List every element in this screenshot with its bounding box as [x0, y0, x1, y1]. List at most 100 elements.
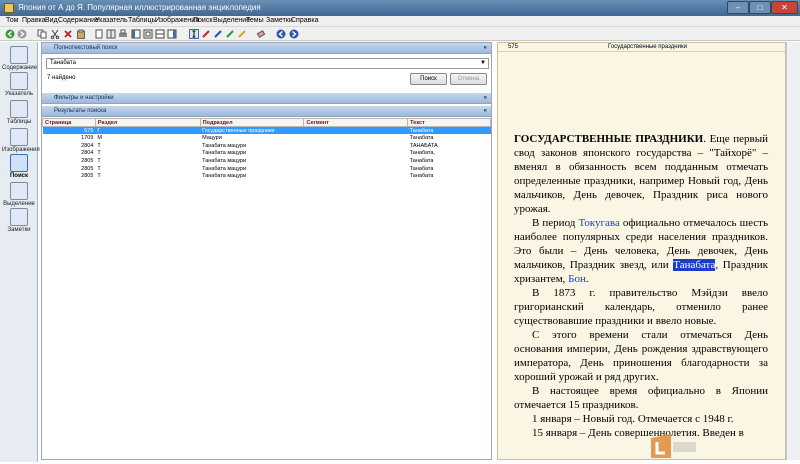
sidebar-item-index[interactable]: Указатель — [2, 72, 36, 97]
minimize-button[interactable]: – — [727, 1, 749, 14]
fulltext-search-header[interactable]: Полнотекстовый поиск « — [42, 43, 491, 54]
next-page-icon[interactable] — [289, 29, 299, 39]
blue-pen-icon[interactable] — [213, 29, 223, 39]
sidebar-item-contents[interactable]: Содержание — [2, 46, 37, 71]
window-title: Япония от А до Я. Популярная иллюстриров… — [18, 3, 261, 12]
green-pen-icon[interactable] — [225, 29, 235, 39]
text-span: . — [585, 273, 589, 285]
sidebar-item-selection[interactable]: Выделение — [2, 182, 36, 207]
cancel-button[interactable]: Отмена — [450, 73, 487, 85]
paste-icon[interactable] — [76, 29, 86, 39]
sidebar-item-search[interactable]: Поиск — [2, 154, 36, 179]
cell-segment — [304, 165, 408, 173]
menu-tables[interactable]: Таблицы — [128, 17, 157, 24]
menu-topics[interactable]: Темы — [246, 17, 264, 24]
results-table: Страница Раздел Подраздел Сегмент Текст … — [42, 118, 491, 180]
page-icon[interactable] — [94, 29, 104, 39]
maximize-button[interactable]: □ — [749, 1, 771, 14]
menu-help[interactable]: Справка — [291, 17, 318, 24]
menu-tom[interactable]: Том — [6, 17, 18, 24]
cell-text: Танабата, — [409, 150, 435, 157]
print-icon[interactable] — [118, 29, 128, 39]
cell-segment — [304, 173, 408, 181]
menu-contents[interactable]: Содержание — [58, 17, 99, 24]
cell-page: 575 — [42, 126, 96, 135]
cell-subsection: Мацури — [202, 135, 222, 142]
sidebar-item-label: Поиск — [9, 173, 28, 179]
menu-index[interactable]: Указатель — [95, 17, 128, 24]
layout-left-icon[interactable] — [131, 29, 141, 39]
cell-subsection: Танабата мацури — [202, 142, 247, 149]
cell-text: ТАНАБАТА — [409, 142, 438, 149]
menu-search[interactable]: Поиск — [193, 17, 212, 24]
col-section[interactable]: Раздел — [94, 118, 201, 127]
sidebar-item-tables[interactable]: Таблицы — [2, 100, 36, 125]
cell-page: 2805 — [81, 165, 94, 172]
sidebar-item-notes[interactable]: Заметки — [2, 208, 36, 233]
text-span: . Еще первый свод законов японского госу… — [514, 133, 768, 215]
chevron-down-icon[interactable]: ▼ — [480, 59, 486, 68]
expand-icon[interactable]: » — [484, 93, 487, 104]
red-pen-icon[interactable] — [201, 29, 211, 39]
page-header: 575 Государственные праздники — [498, 43, 785, 52]
index-icon — [10, 72, 28, 90]
results-header[interactable]: Результаты поиска « — [42, 106, 491, 117]
sidebar-item-label: Выделение — [3, 201, 35, 207]
col-subsection[interactable]: Подраздел — [199, 118, 305, 127]
table-icon — [10, 100, 28, 118]
layout-frame-icon[interactable] — [143, 29, 153, 39]
search-button[interactable]: Поиск — [410, 73, 447, 85]
menu-selection[interactable]: Выделение — [213, 17, 250, 24]
book-icon — [10, 46, 28, 64]
cell-page: 2804 — [81, 150, 94, 157]
cell-section: Т — [97, 142, 101, 149]
layout-split-icon[interactable] — [155, 29, 165, 39]
link-tokugawa[interactable]: Токугава — [578, 217, 619, 229]
eraser-icon[interactable] — [256, 29, 266, 39]
copy-icon[interactable] — [37, 29, 47, 39]
toolbar — [0, 27, 800, 41]
table-row[interactable]: 2805 Т Танабата мацури Танабата — [43, 173, 491, 181]
col-text[interactable]: Текст — [407, 118, 491, 127]
table-row[interactable]: 575 Г Государственные праздники Танабата — [42, 126, 491, 135]
sidebar-item-images[interactable]: Изображения — [2, 128, 40, 153]
close-button[interactable]: ✕ — [771, 1, 798, 14]
collapse-icon[interactable]: « — [484, 43, 487, 54]
cell-segment — [303, 126, 408, 135]
table-row[interactable]: 2804 Т Танабата мацури ТАНАБАТА — [43, 142, 491, 150]
menu-view[interactable]: Вид — [45, 17, 58, 24]
cut-icon[interactable] — [50, 29, 60, 39]
search-input[interactable]: Танабата ▼ — [46, 58, 489, 69]
col-page[interactable]: Страница — [42, 118, 96, 127]
cell-subsection: Танабата мацури — [202, 173, 247, 180]
layout-right-icon[interactable] — [167, 29, 177, 39]
table-row[interactable]: 2805 Т Танабата мацури Танабата — [43, 165, 491, 173]
section-title: Полнотекстовый поиск — [54, 45, 118, 51]
menu-edit[interactable]: Правка — [22, 17, 46, 24]
cell-text: Танабата — [409, 158, 434, 165]
menu-notes[interactable]: Заметки — [266, 17, 293, 24]
text-cursor-icon[interactable] — [189, 29, 199, 39]
search-highlight: Танабата — [673, 259, 716, 271]
table-row[interactable]: 2805 Т Танабата мацури Танабата — [43, 157, 491, 165]
filters-header[interactable]: Фильтры и настройки » — [42, 93, 491, 104]
table-row[interactable]: 2804 Т Танабата мацури Танабата, — [43, 150, 491, 158]
table-row[interactable]: 1709 М Мацури Танабата — [43, 134, 491, 142]
back-icon[interactable] — [5, 29, 15, 39]
notes-icon — [10, 208, 28, 226]
pages-icon[interactable] — [106, 29, 116, 39]
col-segment[interactable]: Сегмент — [303, 118, 409, 127]
section-title: Результаты поиска — [54, 108, 107, 114]
scrollbar[interactable] — [786, 42, 800, 460]
delete-icon[interactable] — [63, 29, 73, 39]
link-bon[interactable]: Бон — [568, 273, 586, 285]
collapse-icon[interactable]: « — [484, 106, 487, 117]
sidebar-item-label: Таблицы — [6, 119, 32, 125]
paragraph: ГОСУДАРСТВЕННЫЕ ПРАЗДНИКИ. Еще первый св… — [514, 132, 768, 216]
sidebar-item-label: Указатель — [5, 91, 33, 97]
prev-page-icon[interactable] — [276, 29, 286, 39]
yellow-pen-icon[interactable] — [237, 29, 247, 39]
search-panel: Полнотекстовый поиск « Танабата ▼ 7 найд… — [41, 42, 492, 460]
search-icon — [10, 154, 28, 172]
forward-icon[interactable] — [17, 29, 27, 39]
